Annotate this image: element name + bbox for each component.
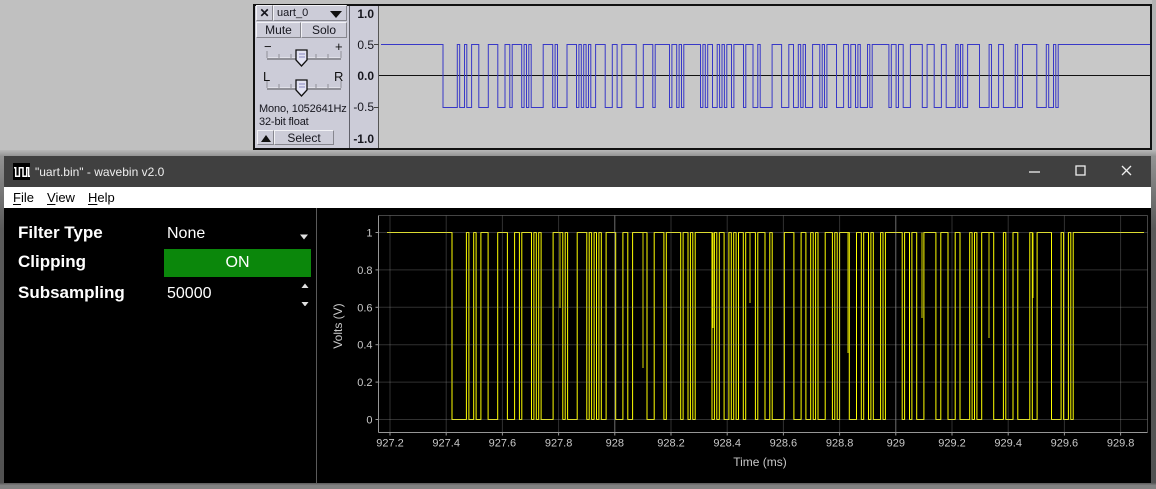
svg-text:929.6: 929.6 xyxy=(1051,438,1079,450)
svg-text:Volts (V): Volts (V) xyxy=(331,303,345,348)
svg-text:R: R xyxy=(334,69,343,84)
svg-text:927.2: 927.2 xyxy=(376,438,404,450)
svg-text:0: 0 xyxy=(366,415,372,427)
svg-text:1: 1 xyxy=(366,228,372,240)
svg-text:927.4: 927.4 xyxy=(432,438,460,450)
svg-text:929.4: 929.4 xyxy=(994,438,1022,450)
svg-text:928.8: 928.8 xyxy=(826,438,854,450)
svg-text:929.2: 929.2 xyxy=(938,438,966,450)
svg-text:928.6: 928.6 xyxy=(770,438,798,450)
svg-text:0.4: 0.4 xyxy=(357,340,372,352)
svg-text:927.8: 927.8 xyxy=(545,438,573,450)
svg-text:928: 928 xyxy=(606,438,624,450)
svg-text:928.4: 928.4 xyxy=(713,438,741,450)
svg-text:0.8: 0.8 xyxy=(357,265,372,277)
svg-text:927.6: 927.6 xyxy=(489,438,517,450)
svg-text:0.2: 0.2 xyxy=(357,377,372,389)
svg-text:928.2: 928.2 xyxy=(657,438,685,450)
svg-text:929: 929 xyxy=(887,438,905,450)
svg-text:Time (ms): Time (ms) xyxy=(733,455,787,469)
svg-text:−: − xyxy=(264,39,272,54)
svg-text:929.8: 929.8 xyxy=(1107,438,1135,450)
svg-text:0.6: 0.6 xyxy=(357,302,372,314)
